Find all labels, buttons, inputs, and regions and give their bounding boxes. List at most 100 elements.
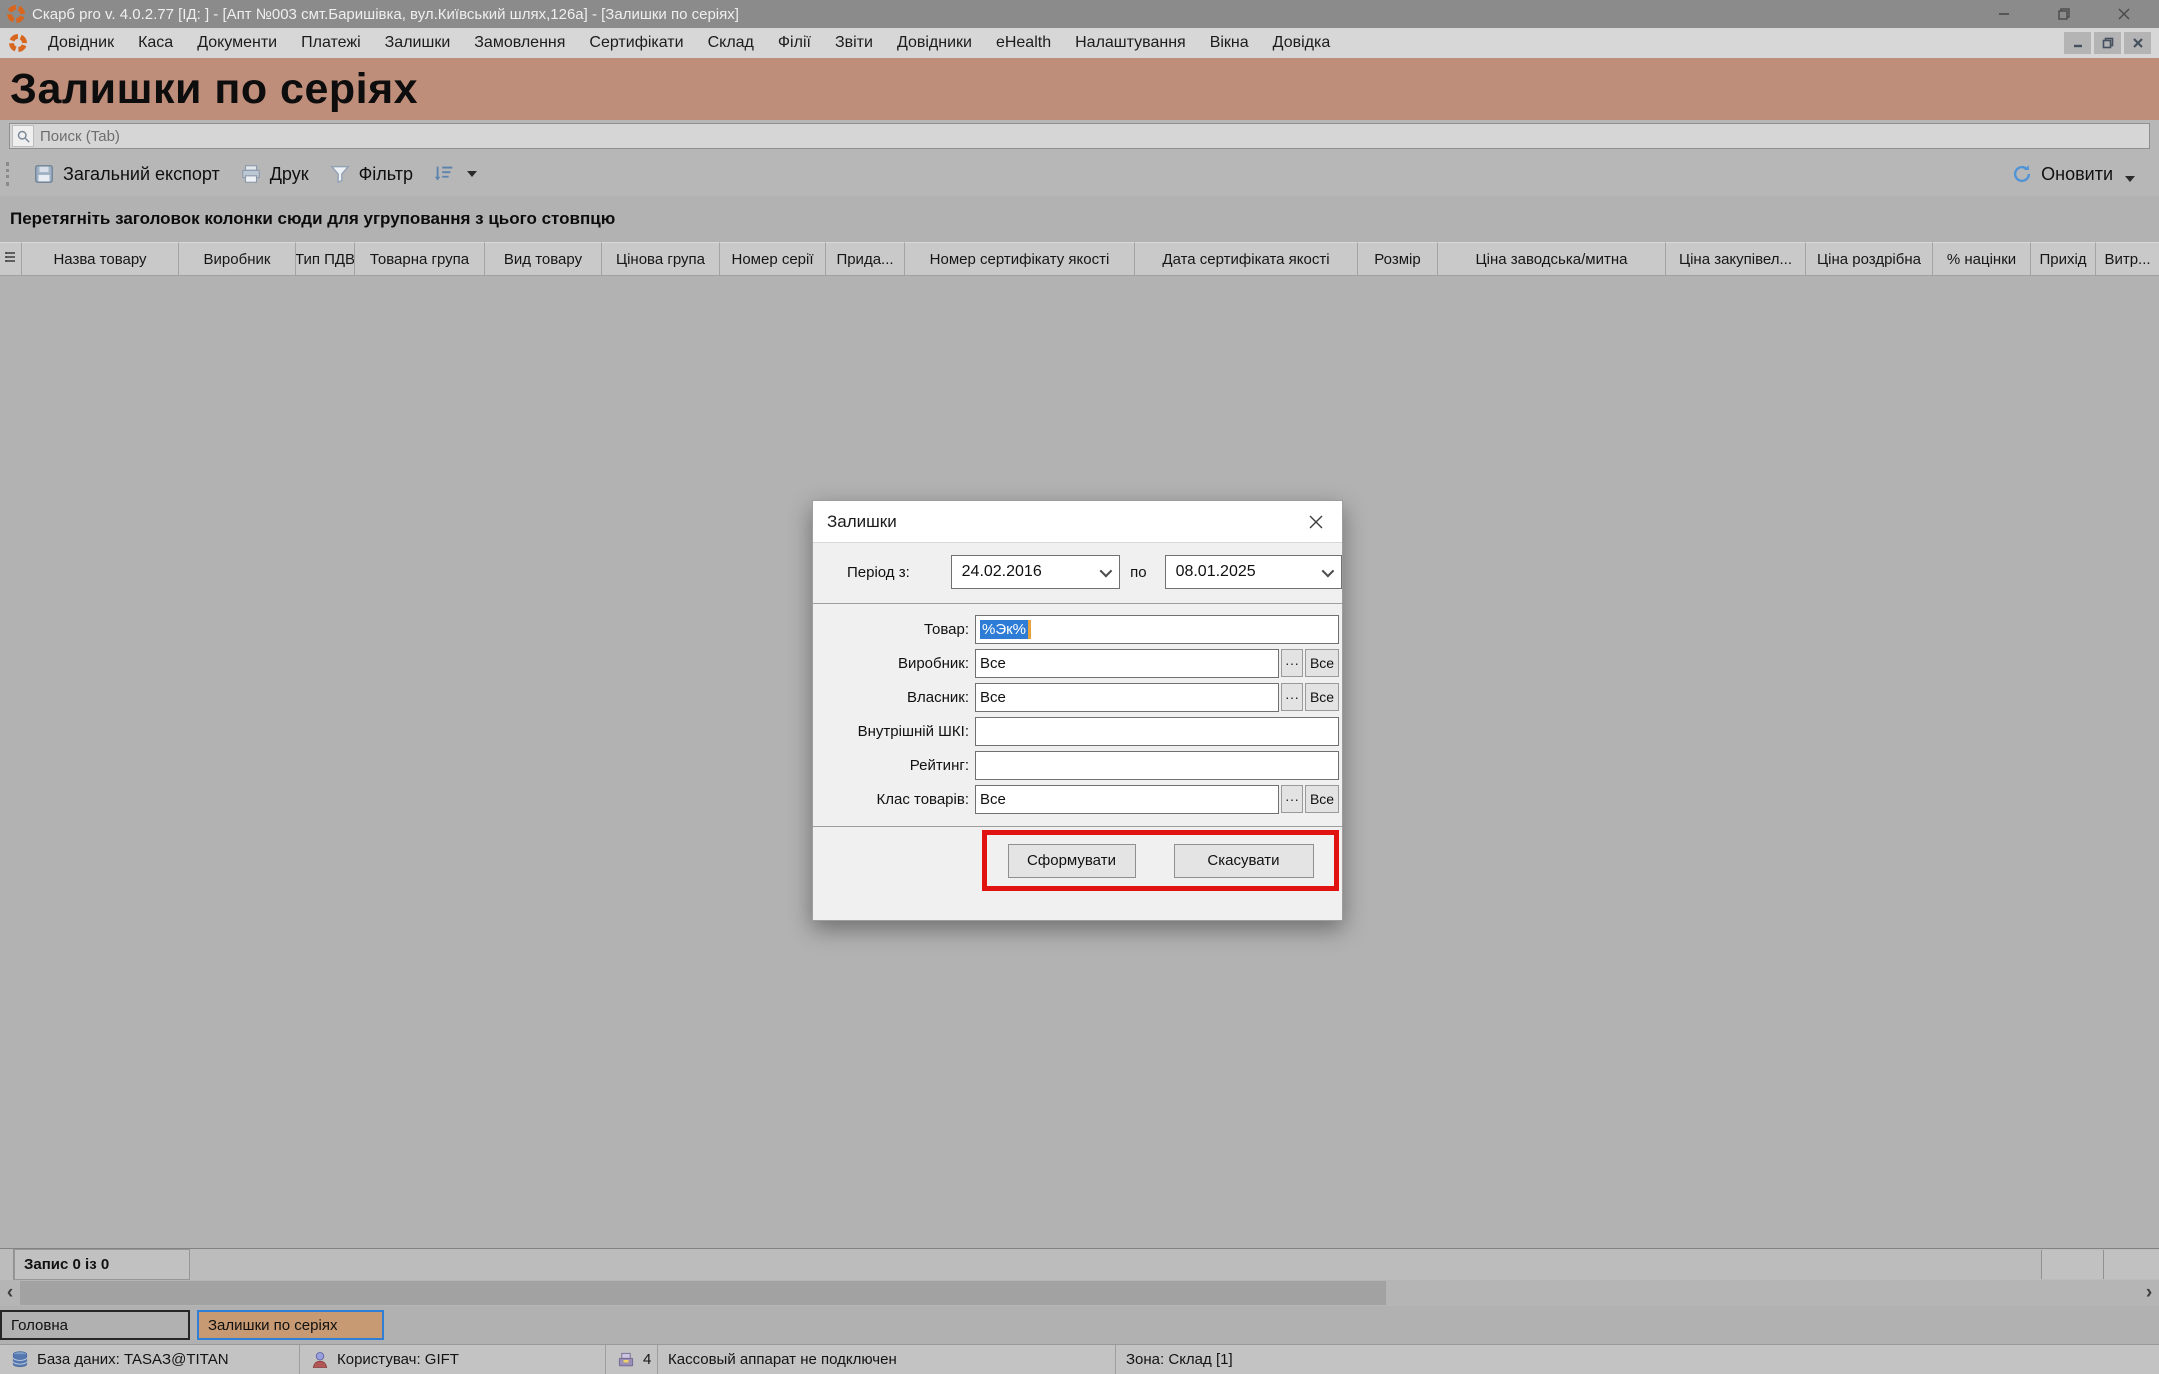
column-header[interactable]: Прида... xyxy=(826,242,905,275)
title-bar: Скарб pro v. 4.0.2.77 [ІД: ] - [Апт №003… xyxy=(0,0,2159,28)
column-header[interactable]: Прихід xyxy=(2031,242,2096,275)
status-database: База даних: TASAЗ@TITAN xyxy=(0,1345,300,1374)
dialog-field-input[interactable]: Все xyxy=(975,785,1279,814)
menu-item-каса[interactable]: Каса xyxy=(126,30,185,56)
date-to-combo[interactable]: 08.01.2025 xyxy=(1165,555,1342,589)
column-header[interactable]: Номер серії xyxy=(720,242,826,275)
column-header[interactable]: Ціна роздрібна xyxy=(1806,242,1933,275)
ellipsis-button[interactable]: ··· xyxy=(1281,649,1303,677)
status-zone: Зона: Склад [1] xyxy=(1116,1345,2159,1374)
dialog-field-input[interactable]: %Эк% xyxy=(975,615,1339,644)
scroll-left-arrow[interactable]: ‹ xyxy=(0,1280,20,1306)
menu-item-довідка[interactable]: Довідка xyxy=(1261,30,1343,56)
menu-items: ДовідникКасаДокументиПлатежіЗалишкиЗамов… xyxy=(36,30,1342,56)
row-selector-header[interactable] xyxy=(0,242,22,275)
ellipsis-button[interactable]: ··· xyxy=(1281,683,1303,711)
minimize-button[interactable] xyxy=(1993,4,2015,24)
column-header[interactable]: % націнки xyxy=(1933,242,2031,275)
status-bar: База даних: TASAЗ@TITAN Користувач: GIFT… xyxy=(0,1344,2159,1374)
menu-item-склад[interactable]: Склад xyxy=(696,30,766,56)
dialog-title-bar[interactable]: Залишки xyxy=(813,501,1342,543)
mdi-minimize-button[interactable] xyxy=(2064,32,2091,54)
toolbar-grip[interactable] xyxy=(6,162,13,186)
all-button[interactable]: Все xyxy=(1305,785,1339,813)
chevron-down-icon xyxy=(1322,564,1335,577)
menu-item-філії[interactable]: Філії xyxy=(766,30,823,56)
dialog-field-label: Внутрішній ШКІ: xyxy=(821,723,969,740)
menu-item-налаштування[interactable]: Налаштування xyxy=(1063,30,1198,56)
search-icon xyxy=(12,125,34,147)
column-header[interactable]: Виробник xyxy=(179,242,296,275)
status-cell-empty-1 xyxy=(2041,1250,2103,1279)
menu-item-ehealth[interactable]: eHealth xyxy=(984,30,1063,56)
group-by-panel[interactable]: Перетягніть заголовок колонки сюди для у… xyxy=(0,196,2159,242)
dialog-field-label: Товар: xyxy=(821,621,969,638)
dialog-field-input[interactable] xyxy=(975,717,1339,746)
menu-item-звіти[interactable]: Звіти xyxy=(823,30,885,56)
dialog-field-row: Виробник:Все···Все xyxy=(821,648,1342,678)
date-from-combo[interactable]: 24.02.2016 xyxy=(951,555,1120,589)
refresh-button[interactable]: Оновити xyxy=(2001,159,2145,189)
all-button[interactable]: Все xyxy=(1305,649,1339,677)
window-title: Скарб pro v. 4.0.2.77 [ІД: ] - [Апт №003… xyxy=(32,6,739,23)
close-button[interactable] xyxy=(2113,4,2135,24)
bottom-tab[interactable]: Головна xyxy=(0,1310,190,1340)
menu-bar: ДовідникКасаДокументиПлатежіЗалишкиЗамов… xyxy=(0,28,2159,58)
menu-item-документи[interactable]: Документи xyxy=(185,30,289,56)
menu-item-довідники[interactable]: Довідники xyxy=(885,30,984,56)
menu-item-залишки[interactable]: Залишки xyxy=(373,30,463,56)
dialog-field-label: Клас товарів: xyxy=(821,791,969,808)
dialog-field-input[interactable]: Все xyxy=(975,649,1279,678)
column-header[interactable]: Номер сертифікату якості xyxy=(905,242,1135,275)
all-button[interactable]: Все xyxy=(1305,683,1339,711)
dialog-close-button[interactable] xyxy=(1304,510,1328,534)
dialog-field-input[interactable]: Все xyxy=(975,683,1279,712)
dialog-close-icon xyxy=(1308,514,1324,530)
column-header[interactable]: Розмір xyxy=(1358,242,1438,275)
status-cash-count: 4 xyxy=(606,1345,658,1374)
view-options-button[interactable] xyxy=(423,159,487,189)
export-button[interactable]: Загальний експорт xyxy=(23,159,230,189)
column-header[interactable]: Дата сертифіката якості xyxy=(1135,242,1358,275)
mdi-close-icon xyxy=(2132,37,2144,49)
menu-item-вікна[interactable]: Вікна xyxy=(1198,30,1261,56)
sort-list-icon xyxy=(433,163,455,185)
column-header[interactable]: Витр... xyxy=(2096,242,2159,275)
view-options-caret-icon xyxy=(467,171,477,177)
mdi-restore-button[interactable] xyxy=(2094,32,2121,54)
column-header[interactable]: Цінова група xyxy=(602,242,720,275)
bottom-tab[interactable]: Залишки по серіях xyxy=(197,1310,384,1340)
column-header[interactable]: Товарна група xyxy=(355,242,485,275)
scroll-right-arrow[interactable]: › xyxy=(2139,1280,2159,1306)
submit-button[interactable]: Сформувати xyxy=(1008,844,1136,878)
restore-button[interactable] xyxy=(2053,4,2075,24)
print-label: Друк xyxy=(270,164,309,185)
status-cell-empty-2 xyxy=(2103,1250,2159,1279)
ellipsis-button[interactable]: ··· xyxy=(1281,785,1303,813)
menu-item-сертифікати[interactable]: Сертифікати xyxy=(577,30,695,56)
refresh-caret-icon xyxy=(2125,176,2135,182)
column-header[interactable]: Тип ПДВ xyxy=(296,242,355,275)
scrollbar-track[interactable] xyxy=(20,1280,2139,1306)
column-header[interactable]: Ціна закупівел... xyxy=(1666,242,1806,275)
mdi-close-button[interactable] xyxy=(2124,32,2151,54)
restore-icon xyxy=(2057,7,2071,21)
column-header[interactable]: Назва товару xyxy=(22,242,179,275)
filter-button[interactable]: Фільтр xyxy=(319,159,423,189)
column-header[interactable]: Ціна заводська/митна xyxy=(1438,242,1666,275)
cancel-button[interactable]: Скасувати xyxy=(1174,844,1314,878)
dialog-field-input[interactable] xyxy=(975,751,1339,780)
menu-item-довідник[interactable]: Довідник xyxy=(36,30,126,56)
dialog-title: Залишки xyxy=(827,512,897,532)
column-header[interactable]: Вид товару xyxy=(485,242,602,275)
menu-item-замовлення[interactable]: Замовлення xyxy=(462,30,577,56)
menu-item-платежі[interactable]: Платежі xyxy=(289,30,373,56)
search-input[interactable]: Поиск (Tab) xyxy=(9,123,2150,149)
print-icon xyxy=(240,163,262,185)
scrollbar-thumb[interactable] xyxy=(20,1281,1386,1305)
mdi-restore-icon xyxy=(2102,37,2114,49)
page-title: Залишки по серіях xyxy=(10,65,418,114)
horizontal-scrollbar[interactable]: ‹ › xyxy=(0,1280,2159,1306)
dialog-field-row: Рейтинг: xyxy=(821,750,1342,780)
print-button[interactable]: Друк xyxy=(230,159,319,189)
